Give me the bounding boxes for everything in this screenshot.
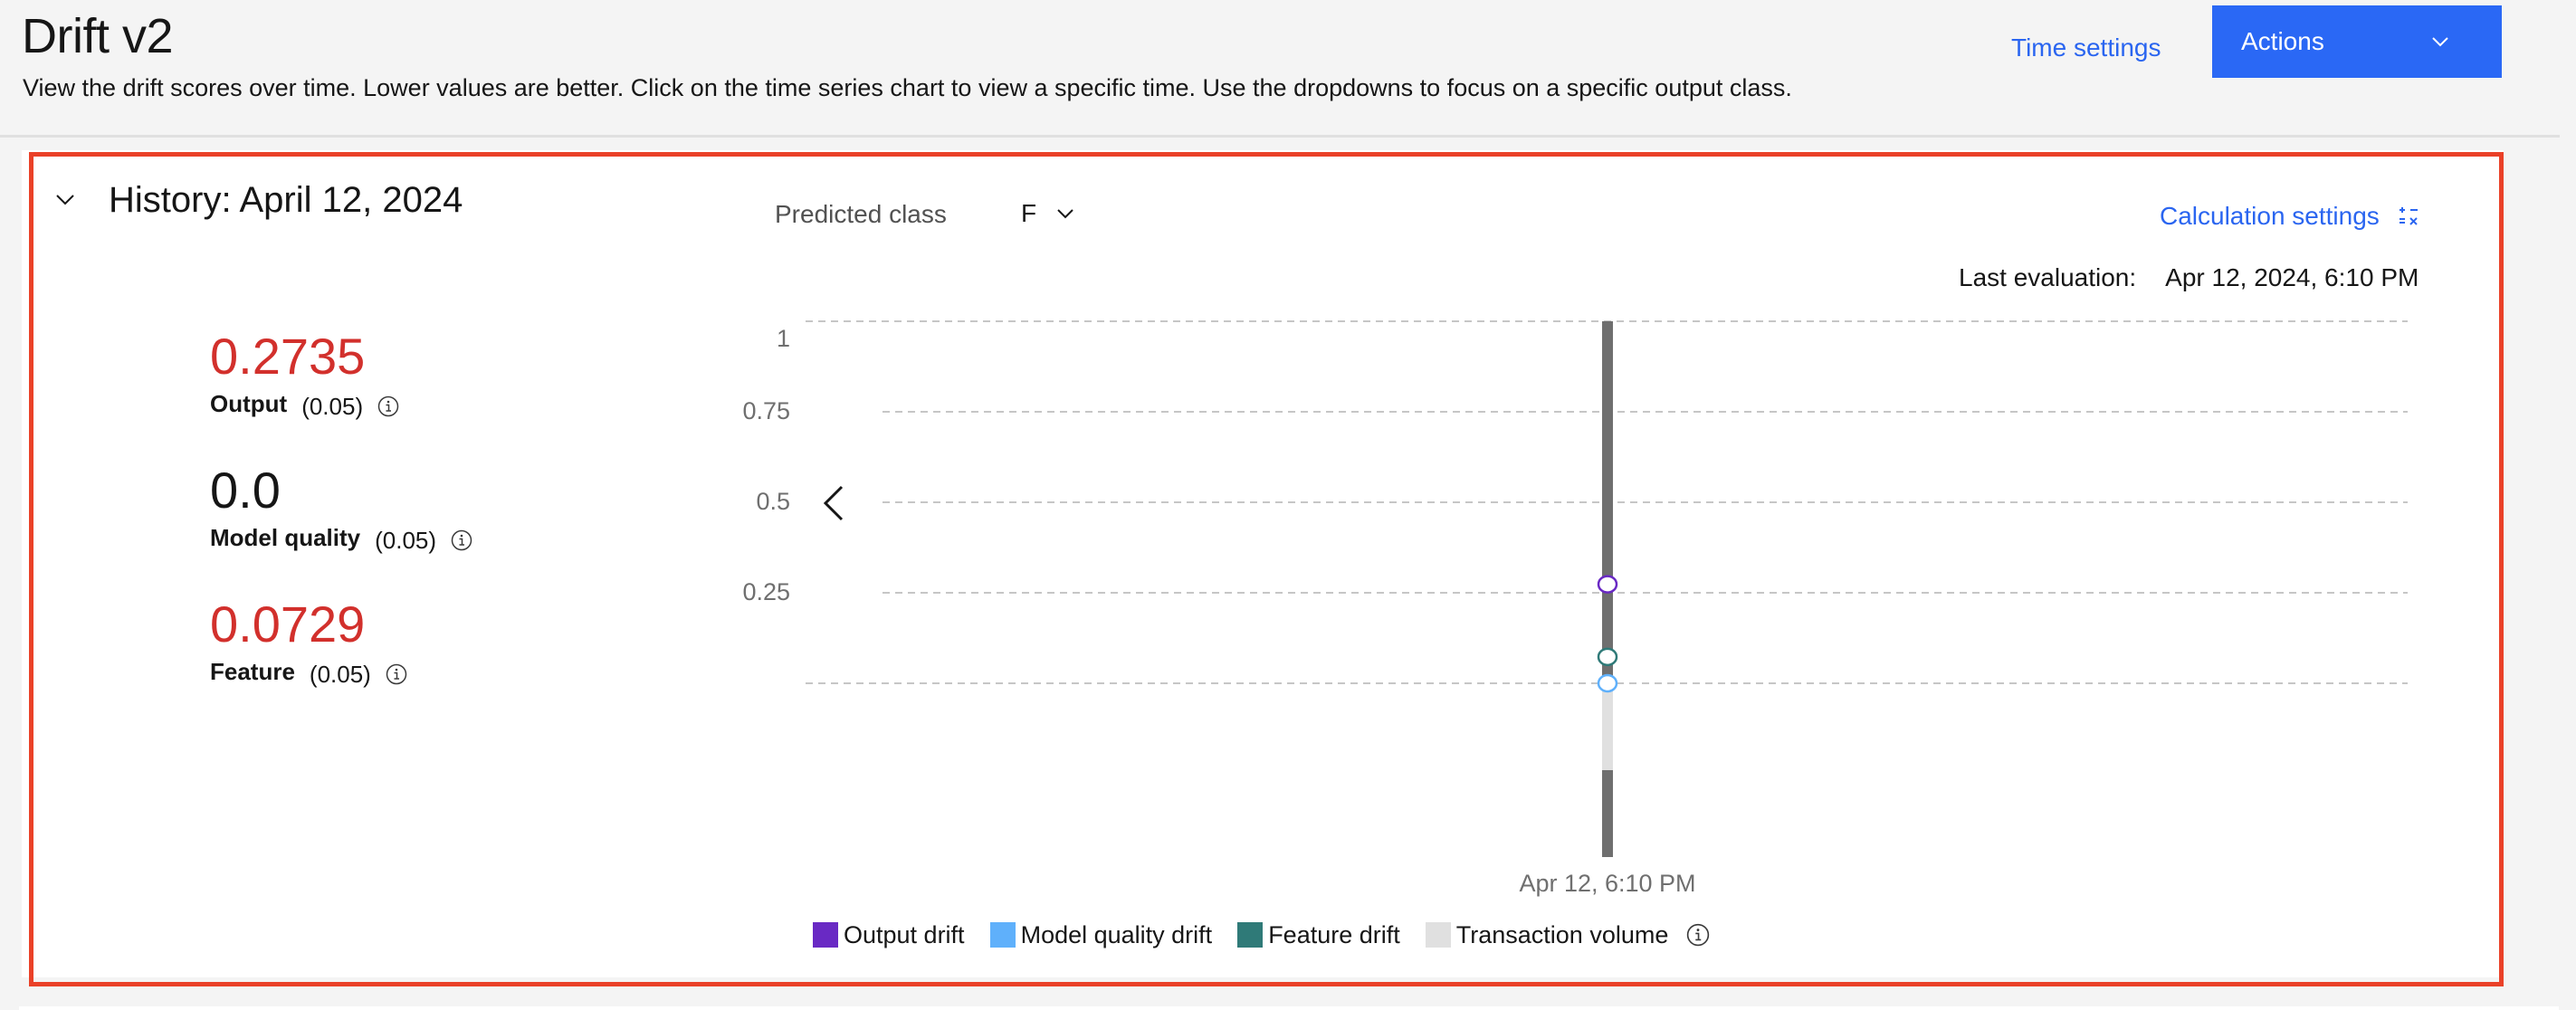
chevron-down-icon	[2432, 37, 2448, 47]
actions-dropdown-button[interactable]: Actions	[2212, 5, 2502, 78]
actions-label: Actions	[2241, 27, 2324, 55]
page-title: Drift v2	[22, 9, 174, 63]
page-description: View the drift scores over time. Lower v…	[23, 74, 1792, 101]
next-panel-edge	[19, 1006, 2559, 1010]
highlight-border	[29, 152, 2504, 986]
time-settings-link[interactable]: Time settings	[2011, 33, 2161, 63]
header-divider	[0, 135, 2560, 138]
